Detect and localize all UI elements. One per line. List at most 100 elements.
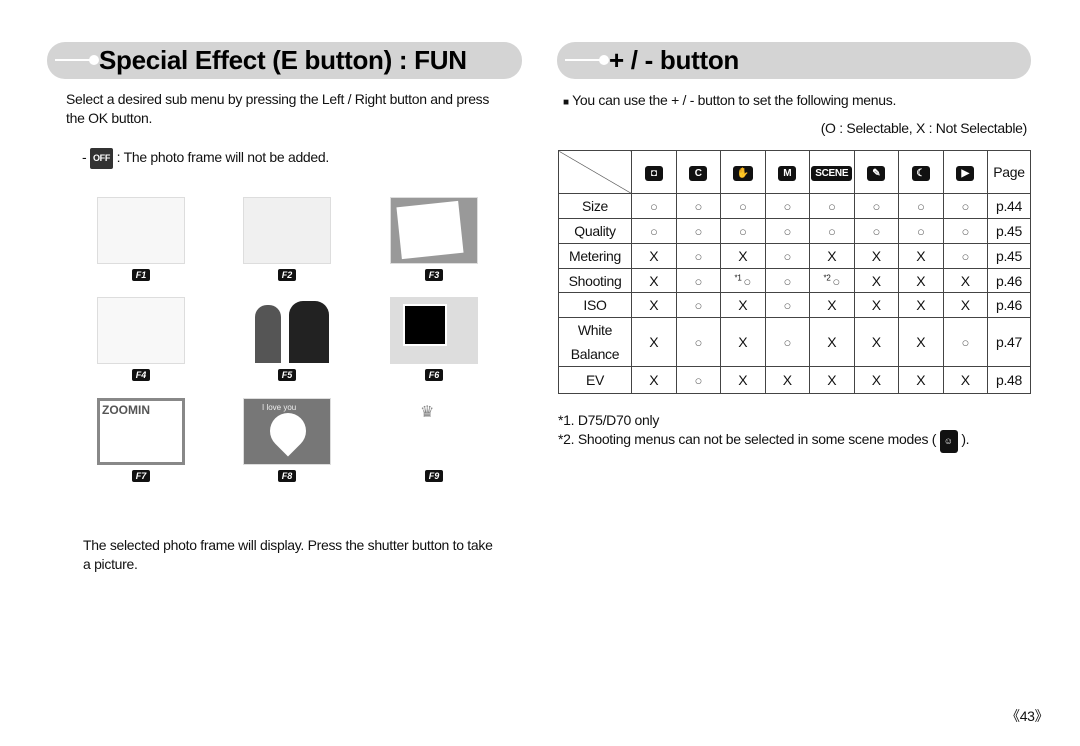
availability-cell: ○ (631, 193, 677, 219)
footnote-1: *1. D75/D70 only (558, 412, 660, 428)
page-reference: p.47 (987, 317, 1031, 367)
dis-icon: ✋ (732, 166, 753, 181)
availability-cell: ○ (809, 193, 855, 219)
table-row: Metering X ○ X ○ X X X ○ p.45 (558, 243, 1031, 269)
right-intro-line: ■ You can use the + / - button to set th… (563, 91, 896, 112)
availability-cell: ○ (853, 193, 899, 219)
availability-cell: X (631, 292, 677, 318)
program-icon: C (689, 166, 708, 181)
availability-cell: ○ (942, 193, 988, 219)
frame-text: I love you (262, 403, 297, 412)
row-label: EV (558, 366, 632, 394)
availability-cell: X (853, 317, 899, 367)
availability-cell: X (853, 292, 899, 318)
availability-cell: ○ (675, 218, 721, 244)
frame-label: F4 (132, 369, 150, 381)
photo-frame-f8: I love you (243, 398, 331, 465)
portrait-icon: ✎ (867, 166, 886, 181)
availability-cell: ○ (764, 193, 810, 219)
right-intro: You can use the + / - button to set the … (572, 92, 897, 108)
night-icon: ☾ (911, 166, 930, 181)
photo-frame-f4 (97, 297, 185, 364)
mode-column-movie-icon: ▶ (942, 150, 988, 194)
right-title: + / - button (609, 45, 739, 75)
header-decoration (565, 59, 601, 61)
page-reference: p.45 (987, 243, 1031, 269)
mode-column-program-icon: C (675, 150, 721, 194)
table-row: Shooting X ○ *1 ○ ○ *2 ○ X X Xp.46 (558, 268, 1031, 293)
table-row: Size ○ ○ ○ ○ ○ ○ ○ ○ p.44 (558, 193, 1031, 219)
camera-icon: ◘ (644, 166, 663, 181)
availability-cell: ○ (675, 243, 721, 269)
left-intro: Select a desired sub menu by pressing th… (66, 91, 490, 126)
availability-cell: ○ (720, 193, 766, 219)
page-reference: p.44 (987, 193, 1031, 219)
right-section-header: + / - button (557, 42, 1031, 79)
availability-cell: ○ (675, 317, 721, 367)
availability-cell: X (853, 268, 899, 293)
availability-cell: X (631, 243, 677, 269)
row-label: ISO (558, 292, 632, 318)
availability-cell: ○ (764, 218, 810, 244)
mode-column-camera-icon: ◘ (631, 150, 677, 194)
off-line: - OFF : The photo frame will not be adde… (82, 148, 329, 169)
availability-cell: ○ (675, 268, 721, 293)
page-column-header: Page (987, 150, 1031, 194)
availability-cell: X (764, 366, 810, 394)
page-reference: p.46 (987, 268, 1031, 293)
availability-cell: ○ (675, 193, 721, 219)
photo-frame-f7: ZOOMIN (97, 398, 185, 465)
availability-cell: ○ (809, 218, 855, 244)
row-label: Quality (558, 218, 632, 244)
availability-cell: X (809, 243, 855, 269)
manual-icon: M (778, 166, 797, 181)
availability-cell: ○ (675, 366, 721, 394)
availability-cell: ○ (942, 317, 988, 367)
photo-frame-f2 (243, 197, 331, 264)
diagonal-corner-cell (558, 150, 632, 194)
availability-cell: *2 ○ (809, 268, 855, 293)
left-section-header: Special Effect (E button) : FUN (47, 42, 522, 79)
left-title: Special Effect (E button) : FUN (99, 45, 467, 75)
off-text: : The photo frame will not be added. (116, 149, 330, 165)
mode-column-night-icon: ☾ (898, 150, 944, 194)
photo-frame-f3 (390, 197, 478, 264)
table-row: EV X ○ X X X X X Xp.48 (558, 366, 1031, 394)
availability-cell: X (898, 268, 944, 293)
availability-cell: ○ (675, 292, 721, 318)
header-dot (599, 55, 609, 65)
mode-column-dis-icon: ✋ (720, 150, 766, 194)
mode-column-SCENE: SCENE (809, 150, 855, 194)
off-icon: OFF (89, 148, 114, 169)
bullet-icon: ■ (563, 97, 569, 108)
availability-cell: X (720, 292, 766, 318)
availability-cell: X (809, 366, 855, 394)
dash: - (82, 149, 87, 165)
availability-cell: X (631, 268, 677, 293)
left-footer: The selected photo frame will display. P… (83, 537, 493, 572)
availability-cell: X (853, 366, 899, 394)
availability-cell: ○ (720, 218, 766, 244)
page-reference: p.46 (987, 292, 1031, 318)
photo-frame-f1 (97, 197, 185, 264)
page-number: 《43》 (1006, 708, 1049, 724)
scene-icon: SCENE (811, 166, 853, 181)
availability-cell: ○ (942, 218, 988, 244)
availability-cell: ○ (898, 218, 944, 244)
frame-label: F9 (425, 470, 443, 482)
availability-cell: ○ (764, 243, 810, 269)
availability-cell: ○ (764, 317, 810, 367)
row-label: Shooting (558, 268, 632, 293)
frame-label: F1 (132, 269, 150, 281)
mode-column-portrait-icon: ✎ (853, 150, 899, 194)
availability-cell: ○ (764, 268, 810, 293)
frame-label: F2 (278, 269, 296, 281)
availability-cell: X (898, 243, 944, 269)
scene-mode-icon: ☺ (939, 430, 958, 453)
table-row: Quality ○ ○ ○ ○ ○ ○ ○ ○ p.45 (558, 218, 1031, 244)
availability-cell: ○ (898, 193, 944, 219)
availability-cell: X (720, 366, 766, 394)
availability-cell: X (942, 292, 988, 318)
availability-cell: X (942, 268, 988, 293)
mode-column-manual-icon: M (764, 150, 810, 194)
